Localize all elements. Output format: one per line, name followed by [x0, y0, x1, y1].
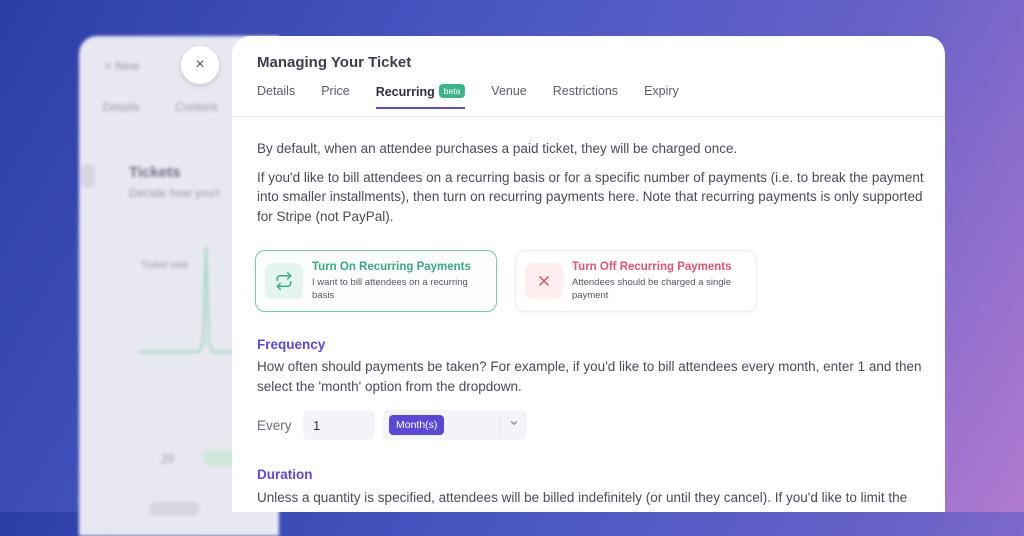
x-icon: [525, 263, 563, 299]
chevron-down-icon: [509, 418, 519, 431]
duration-text: Unless a quantity is specified, attendee…: [257, 490, 908, 505]
intro-text: By default, when an attendee purchases a…: [257, 139, 927, 235]
turn-off-recurring-card[interactable]: Turn Off Recurring Payments Attendees sh…: [515, 250, 757, 312]
tab-expiry[interactable]: Expiry: [644, 84, 679, 109]
frequency-input[interactable]: [303, 410, 375, 440]
intro-paragraph: By default, when an attendee purchases a…: [257, 141, 738, 156]
tab-label: Venue: [491, 84, 527, 98]
intro-paragraph: If you'd like to bill attendees on a rec…: [257, 169, 924, 224]
tab-bar: Details Price Recurring beta Venue Restri…: [257, 84, 705, 109]
tab-details[interactable]: Details: [257, 84, 295, 109]
tab-label: Expiry: [644, 84, 679, 98]
duration-title: Duration: [257, 467, 313, 482]
bg-section-title: Tickets: [129, 164, 181, 181]
tab-recurring[interactable]: Recurring beta: [375, 84, 466, 109]
bg-nav-item: Content: [175, 100, 218, 114]
select-divider: [500, 414, 501, 436]
bg-row-chip: [149, 502, 199, 516]
bg-row-text: 20: [161, 452, 175, 466]
bg-nav-item: Details: [103, 100, 140, 114]
close-button[interactable]: ×: [181, 46, 219, 84]
tab-venue[interactable]: Venue: [491, 84, 526, 109]
bg-sidebar-chip: [81, 164, 95, 188]
bg-section-sub: Decide how you'r: [129, 186, 221, 200]
panel-header: Managing Your Ticket Details Price Recur…: [232, 36, 945, 117]
card-subtitle: I want to bill attendees on a recurring …: [312, 277, 468, 301]
tab-price[interactable]: Price: [321, 84, 349, 109]
card-title: Turn On Recurring Payments: [312, 261, 471, 273]
turn-on-recurring-card[interactable]: Turn On Recurring Payments I want to bil…: [255, 250, 497, 312]
selected-unit: Month(s): [389, 415, 445, 435]
panel-title: Managing Your Ticket: [257, 54, 412, 71]
tab-label: Price: [321, 84, 350, 98]
bg-nav-back: < New: [105, 59, 140, 73]
card-subtitle: Attendees should be charged a single pay…: [572, 277, 731, 301]
frequency-row: Every Month(s): [257, 410, 527, 440]
close-icon: ×: [195, 56, 205, 73]
beta-badge: beta: [438, 84, 466, 98]
ticket-panel: Managing Your Ticket Details Price Recur…: [232, 36, 945, 512]
recurring-toggle-cards: Turn On Recurring Payments I want to bil…: [255, 250, 757, 312]
tab-label: Details: [257, 84, 296, 98]
frequency-text: How often should payments be taken? For …: [257, 359, 922, 394]
frequency-title: Frequency: [257, 337, 326, 352]
tab-label: Restrictions: [552, 84, 619, 98]
tab-label: Recurring: [375, 85, 435, 99]
frequency-unit-select[interactable]: Month(s): [383, 410, 527, 440]
repeat-icon: [265, 263, 303, 299]
tab-restrictions[interactable]: Restrictions: [553, 84, 618, 109]
card-title: Turn Off Recurring Payments: [572, 261, 732, 273]
every-label: Every: [257, 417, 292, 433]
